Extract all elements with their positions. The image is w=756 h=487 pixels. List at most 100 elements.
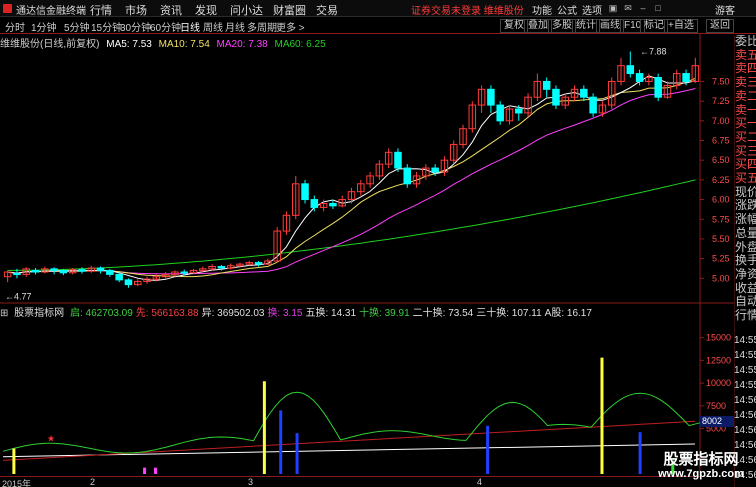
sidebar-label[interactable]: 卖一 [735,104,756,118]
high-price-label: ←7.88 [640,47,667,57]
y-tick-label: 6.50 [712,155,730,165]
period-month[interactable]: 月线 [225,19,245,34]
sidebar-label[interactable]: 现价 [735,186,756,200]
date-label: 4 [477,477,483,487]
candle-body [13,273,21,276]
menu-wealth-circle[interactable]: 财富圈 [273,2,306,18]
sidebar-label[interactable]: 卖三 [735,76,756,90]
sidebar-label[interactable]: 卖四 [735,62,756,76]
date-label: 3 [248,477,254,487]
menu-trade[interactable]: 交易 [316,2,338,18]
sidebar-label[interactable]: 卖五 [735,49,756,63]
sidebar-label[interactable]: 净资 [735,268,756,282]
y-tick-label: 6.25 [712,175,730,185]
y-tick-label: 5.00 [712,273,730,283]
window-menu-icon[interactable]: ▣ [608,3,618,13]
period-week[interactable]: 周线 [203,19,223,34]
candle-body [542,80,551,90]
menu-options[interactable]: 选项 [582,2,602,17]
candle-body [682,73,690,82]
menu-bar: 通达信金融终端 行情 市场 资讯 发现 问小达 财富圈 交易 证券交易未登录 维… [0,0,756,17]
indicator-name[interactable]: 股票指标网 [14,308,64,319]
indicator-value: 换: 3.15 [267,308,303,319]
menu-quotes[interactable]: 行情 [90,2,112,18]
candle-body [329,203,337,207]
period-60min[interactable]: 60分钟 [150,19,181,34]
sidebar-label[interactable]: 涨幅 [735,213,756,227]
indicator-settings-icon[interactable]: ⊞ [0,308,8,319]
ma60-value: MA60: 6.25 [274,39,326,50]
tick-time: 14:55 [734,380,756,391]
indicator-bar [486,425,490,474]
visitor-label[interactable]: 游客 [715,2,735,17]
candle-body [626,65,635,75]
signal-marker: ★ [47,434,55,444]
sidebar-label[interactable]: 涨跌 [735,199,756,213]
sidebar-label[interactable]: 收益 [735,282,756,296]
period-5min[interactable]: 5分钟 [64,19,90,34]
candle-body [552,88,560,106]
menu-news[interactable]: 资讯 [160,2,182,18]
date-label: 2 [90,477,96,487]
back-button[interactable]: 返回 [706,19,734,33]
sidebar-label[interactable]: 买二 [735,131,756,145]
tick-time: 14:55 [734,335,756,346]
menu-formulas[interactable]: 公式 [557,2,577,17]
sidebar-label[interactable]: 卖二 [735,90,756,104]
sidebar-label[interactable]: 总量 [735,227,756,241]
candle-body [106,269,114,275]
ma10-value: MA10: 7.54 [158,39,210,50]
period-multi[interactable]: 多周期 [247,19,277,34]
app-title: 通达信金融终端 [16,6,86,17]
period-more[interactable]: 更多 > [276,19,305,34]
y-tick-label: 5.50 [712,234,730,244]
period-15min[interactable]: 15分钟 [91,19,122,34]
add-watchlist-button[interactable]: +自选 [664,19,698,33]
menu-functions[interactable]: 功能 [532,2,552,17]
candle-body [59,269,68,274]
sidebar-label[interactable]: 行情 [735,309,756,323]
sidebar-label[interactable]: 买五 [735,172,756,186]
chart-canvas[interactable]: 7.50 7.25 7.00 6.75 6.50 6.25 6.00 5.75 5.50 5.25… [0,34,734,476]
candle-body [254,262,263,265]
sidebar-label[interactable]: 换手 [735,254,756,268]
sidebar-label[interactable]: 自动 [735,295,756,309]
indicator-bar [153,467,157,474]
candle-body [589,96,597,114]
indicator-bar [143,467,147,474]
ma5-value: MA5: 7.53 [106,39,152,50]
y-tick-label: 6.75 [712,136,730,146]
period-30min[interactable]: 30分钟 [120,19,151,34]
indicator-tick-label: 15000 [706,333,731,343]
sidebar-label[interactable]: 外盘 [735,241,756,255]
indicator-values: 启: 462703.09 先: 566163.88 异: 369502.03 换: 3… [70,308,595,319]
indicator-value: 启: 462703.09 [69,308,133,319]
status-marquee: 证券交易未登录 维维股份 [411,6,524,17]
tick-time: 14:56 [734,410,756,421]
menu-discover[interactable]: 发现 [195,2,217,18]
y-tick-label: 5.75 [712,214,730,224]
candle-body [31,269,40,273]
sidebar-label[interactable]: 买四 [735,158,756,172]
indicator-tick-label: 10000 [706,378,731,388]
period-day[interactable]: 日线 [180,19,200,34]
sidebar-label[interactable]: 买三 [735,145,756,159]
app-logo-icon [3,4,12,13]
watermark-url: www.7gpzb.com [658,468,744,480]
sidebar-label[interactable]: 买一 [735,117,756,131]
period-1min[interactable]: 1分钟 [31,19,57,34]
menu-market[interactable]: 市场 [125,2,147,18]
indicator-bar [600,357,604,474]
candle-body [310,199,319,208]
restore-icon[interactable]: □ [653,3,663,13]
menu-ask-xiaoda[interactable]: 问小达 [230,2,263,18]
indicator-tick-label: 12500 [706,355,731,365]
sidebar-label[interactable]: 委比 [735,35,756,49]
y-tick-label: 7.00 [712,116,730,126]
indicator-bar [262,381,266,474]
low-price-label: ←4.77 [5,291,32,301]
message-icon[interactable]: ✉ [623,3,633,13]
period-tick[interactable]: 分时 [5,19,25,34]
indicator-value: 五换: 14.31 [305,308,357,319]
minimize-icon[interactable]: – [638,3,648,13]
